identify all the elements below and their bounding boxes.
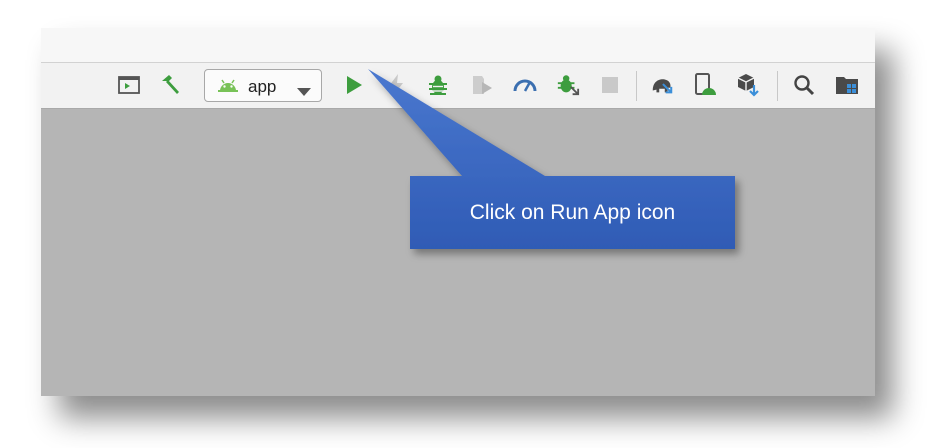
callout-text: Click on Run App icon: [469, 200, 676, 224]
